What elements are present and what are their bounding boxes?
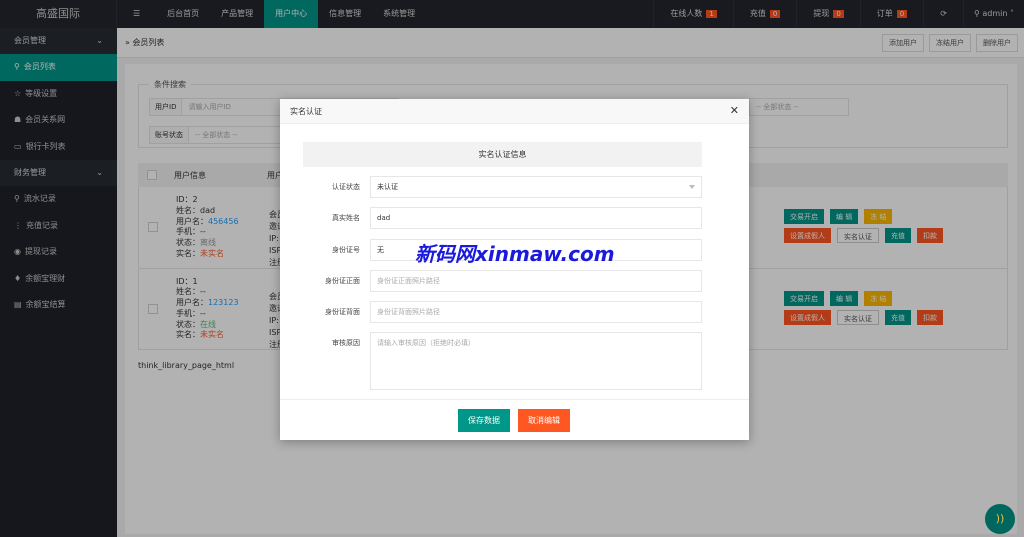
field-id-front: 身份证正面 身份证正面照片路径 [280, 270, 749, 292]
value: 未认证 [377, 183, 398, 191]
save-button[interactable]: 保存数据 [458, 409, 510, 432]
field-name: 真实姓名 dad [280, 207, 749, 229]
label: 真实姓名 [332, 214, 360, 222]
field-id-back: 身份证背面 身份证背面照片路径 [280, 301, 749, 323]
modal-divider [280, 399, 749, 400]
label: 身份证背面 [325, 308, 360, 316]
id-back-input[interactable]: 身份证背面照片路径 [370, 301, 702, 323]
label: 审核原因 [332, 339, 360, 347]
label: 身份证号 [332, 246, 360, 254]
close-icon[interactable]: ✕ [730, 104, 739, 117]
realname-modal: 实名认证 ✕ 实名认证信息 认证状态 未认证 真实姓名 dad 身份证号无 身份证正… [280, 99, 749, 440]
cancel-button[interactable]: 取消编辑 [518, 409, 570, 432]
real-name-input[interactable]: dad [370, 207, 702, 229]
section-title: 实名认证信息 [303, 142, 702, 167]
reason-textarea[interactable]: 请输入审核原因（拒绝时必填） [370, 332, 702, 390]
label: 身份证正面 [325, 277, 360, 285]
id-front-input[interactable]: 身份证正面照片路径 [370, 270, 702, 292]
floating-sound-button[interactable]: )) [985, 504, 1015, 534]
field-reason: 审核原因 请输入审核原因（拒绝时必填） [280, 332, 749, 390]
field-status: 认证状态 未认证 [280, 176, 749, 198]
modal-title: 实名认证 [280, 99, 749, 124]
watermark: 新码网xinmaw.com [415, 242, 615, 266]
caret-down-icon [689, 185, 695, 192]
status-select[interactable]: 未认证 [370, 176, 702, 198]
label: 认证状态 [332, 183, 360, 191]
